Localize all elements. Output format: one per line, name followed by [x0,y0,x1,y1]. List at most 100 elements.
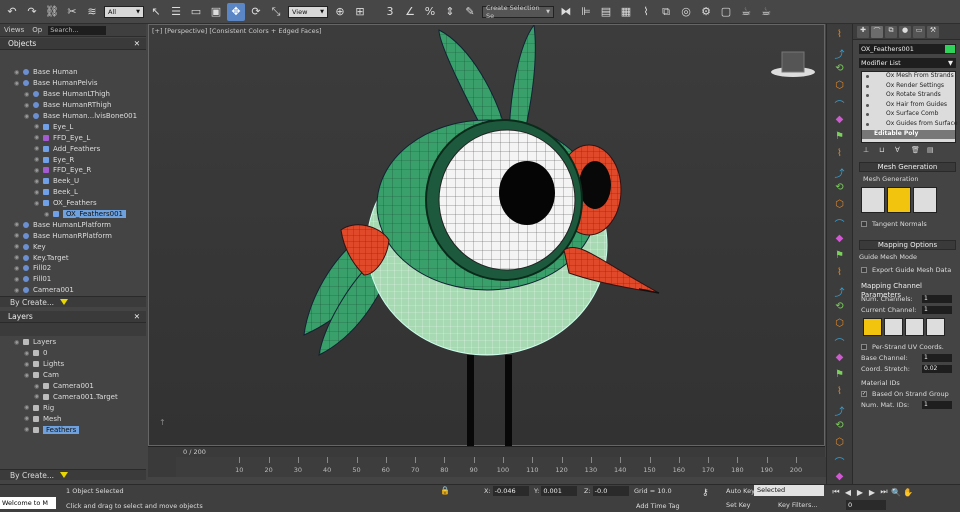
layer-explorer-icon[interactable]: ▤ [597,3,615,21]
select-rotate-icon[interactable]: ⟳ [247,3,265,21]
tool-shortcut-icon[interactable]: ⌒ [833,335,847,350]
visibility-icon[interactable]: ◉ [14,69,20,76]
tangent-normals-checkbox[interactable] [861,221,867,227]
visibility-icon[interactable]: ◉ [24,113,30,120]
modifier-item[interactable]: Ox Render Settings [862,82,955,92]
select-object-icon[interactable]: ↖ [147,3,165,21]
object-row[interactable]: ◉ Base HumanRPlatform [0,230,146,241]
based-on-strand-checkbox[interactable]: ✓ [861,391,867,397]
tool-shortcut-icon[interactable]: ⤴ [833,284,847,299]
goto-start-icon[interactable]: ⏮ [830,487,842,497]
snap-3-icon[interactable]: 3 [381,3,399,21]
modifier-item[interactable]: Editable Poly [862,129,955,140]
visibility-icon[interactable]: ◉ [34,200,40,207]
by-create-dropdown[interactable]: By Create... [10,471,54,480]
close-icon[interactable]: ✕ [134,312,140,321]
create-tab-icon[interactable]: ✚ [857,25,869,38]
prev-frame-icon[interactable]: ◀ [842,488,854,497]
coord-stretch-spinner[interactable]: 0.02 [922,365,952,373]
key-selection-dropdown[interactable]: Selected [754,485,824,496]
pivot-center-icon[interactable]: ⊕ [331,3,349,21]
object-row[interactable]: ◉ Base HumanRThigh [0,100,146,111]
filter-icon[interactable] [60,299,69,305]
tool-shortcut-icon[interactable]: ⟲ [833,301,847,313]
by-create-dropdown[interactable]: By Create... [10,298,54,307]
time-slider[interactable]: 0 / 200 [148,446,825,457]
tool-shortcut-icon[interactable]: ⌇ [833,386,847,398]
tool-shortcut-icon[interactable]: ⚑ [833,131,847,143]
tool-shortcut-icon[interactable]: ⟲ [833,63,847,75]
link-icon[interactable]: ⛓ [43,3,61,21]
visibility-icon[interactable]: ◉ [14,287,20,294]
object-row[interactable]: ◉ Eye_L [0,121,146,132]
angle-snap-icon[interactable]: ∠ [401,3,419,21]
layer-row[interactable]: ◉ Layers [0,337,146,348]
layer-row[interactable]: ◉ Feathers [0,424,146,435]
object-row[interactable]: ◉ Eye_R [0,154,146,165]
num-mat-ids-spinner[interactable]: 1 [922,401,952,409]
show-end-result-icon[interactable]: ⊔ [879,146,889,155]
x-coord-field[interactable]: -0.046 [492,486,529,496]
mirror-icon[interactable]: ⧓ [557,3,575,21]
object-row[interactable]: ◉ Add_Feathers [0,143,146,154]
mapping-option-2[interactable] [884,318,903,336]
render-production-icon[interactable]: ☕ [737,3,755,21]
layer-row[interactable]: ◉ Mesh [0,413,146,424]
hierarchy-tab-icon[interactable]: ⧉ [885,25,897,38]
window-crossing-icon[interactable]: ▣ [207,3,225,21]
visibility-icon[interactable]: ◉ [14,276,20,283]
modifier-item[interactable]: Ox Surface Comb [862,110,955,120]
modifier-item[interactable]: Ox Hair from Guides [862,101,955,111]
goto-end-icon[interactable]: ⏭ [878,487,890,497]
viewport-label[interactable]: [+] [Perspective] [Consistent Colors + E… [152,27,322,35]
strand-mesh-option[interactable] [861,187,885,213]
reference-coord-dropdown[interactable]: View ▼ [288,5,328,18]
close-icon[interactable]: ✕ [134,39,140,48]
object-row[interactable]: ◉ Key [0,241,146,252]
tool-shortcut-icon[interactable]: ◆ [833,114,847,126]
display-tab-icon[interactable]: ▭ [913,25,925,38]
object-row[interactable]: ◉ Base Human...lvisBone001 [0,111,146,122]
modify-tab-icon[interactable]: ⌒ [871,25,883,38]
object-row[interactable]: ◉ FFD_Eye_R [0,165,146,176]
object-row[interactable]: ◉ Camera001 [0,285,146,296]
object-row[interactable]: ◉ Fill02 [0,263,146,274]
pin-stack-icon[interactable]: ⊥ [863,146,873,155]
tab-views[interactable]: Views [0,26,28,34]
tool-shortcut-icon[interactable]: ◆ [833,352,847,364]
render-setup-icon[interactable]: ⚙ [697,3,715,21]
visibility-icon[interactable]: ◉ [34,123,40,130]
visibility-icon[interactable]: ◉ [24,415,30,422]
undo-icon[interactable]: ↶ [3,3,21,21]
material-editor-icon[interactable]: ◎ [677,3,695,21]
visibility-icon[interactable]: ◉ [34,189,40,196]
tool-shortcut-icon[interactable]: ⤴ [833,46,847,61]
per-strand-checkbox[interactable] [861,344,867,350]
layer-row[interactable]: ◉ 0 [0,348,146,359]
play-icon[interactable]: ▶ [854,488,866,497]
track-bar[interactable]: 10 20 30 40 50 60 70 80 90 100 110 120 130 140 150 160 1… [176,457,826,477]
visibility-icon[interactable]: ◉ [34,393,40,400]
flat-mesh-option[interactable] [887,187,911,213]
curve-editor-icon[interactable]: ⌇ [637,3,655,21]
select-by-name-icon[interactable]: ☰ [167,3,185,21]
select-move-icon[interactable]: ✥ [227,2,245,21]
schematic-view-icon[interactable]: ⧉ [657,3,675,21]
current-channel-spinner[interactable]: 1 [922,306,952,314]
ribbon-icon[interactable]: ▦ [617,3,635,21]
modifier-list-dropdown[interactable]: Modifier List ▼ [859,58,956,68]
tool-shortcut-icon[interactable]: ⌇ [833,267,847,279]
mapping-option-3[interactable] [905,318,924,336]
remove-modifier-icon[interactable]: 🗑 [911,146,921,155]
layer-row[interactable]: ◉ Camera001 [0,381,146,392]
key-filters-button[interactable]: Key Filters... [778,501,818,509]
tool-shortcut-icon[interactable]: ⬡ [833,199,847,211]
layer-row[interactable]: ◉ Camera001.Target [0,391,146,402]
configure-sets-icon[interactable]: ▤ [927,146,937,155]
perspective-viewport[interactable]: ↑ [148,23,825,447]
object-row[interactable]: ◉ Beek_L [0,187,146,198]
render-iterative-icon[interactable]: ☕ [757,3,775,21]
tool-shortcut-icon[interactable]: ◆ [833,471,847,483]
rendered-frame-icon[interactable]: ▢ [717,3,735,21]
tool-shortcut-icon[interactable]: ⌇ [833,148,847,160]
